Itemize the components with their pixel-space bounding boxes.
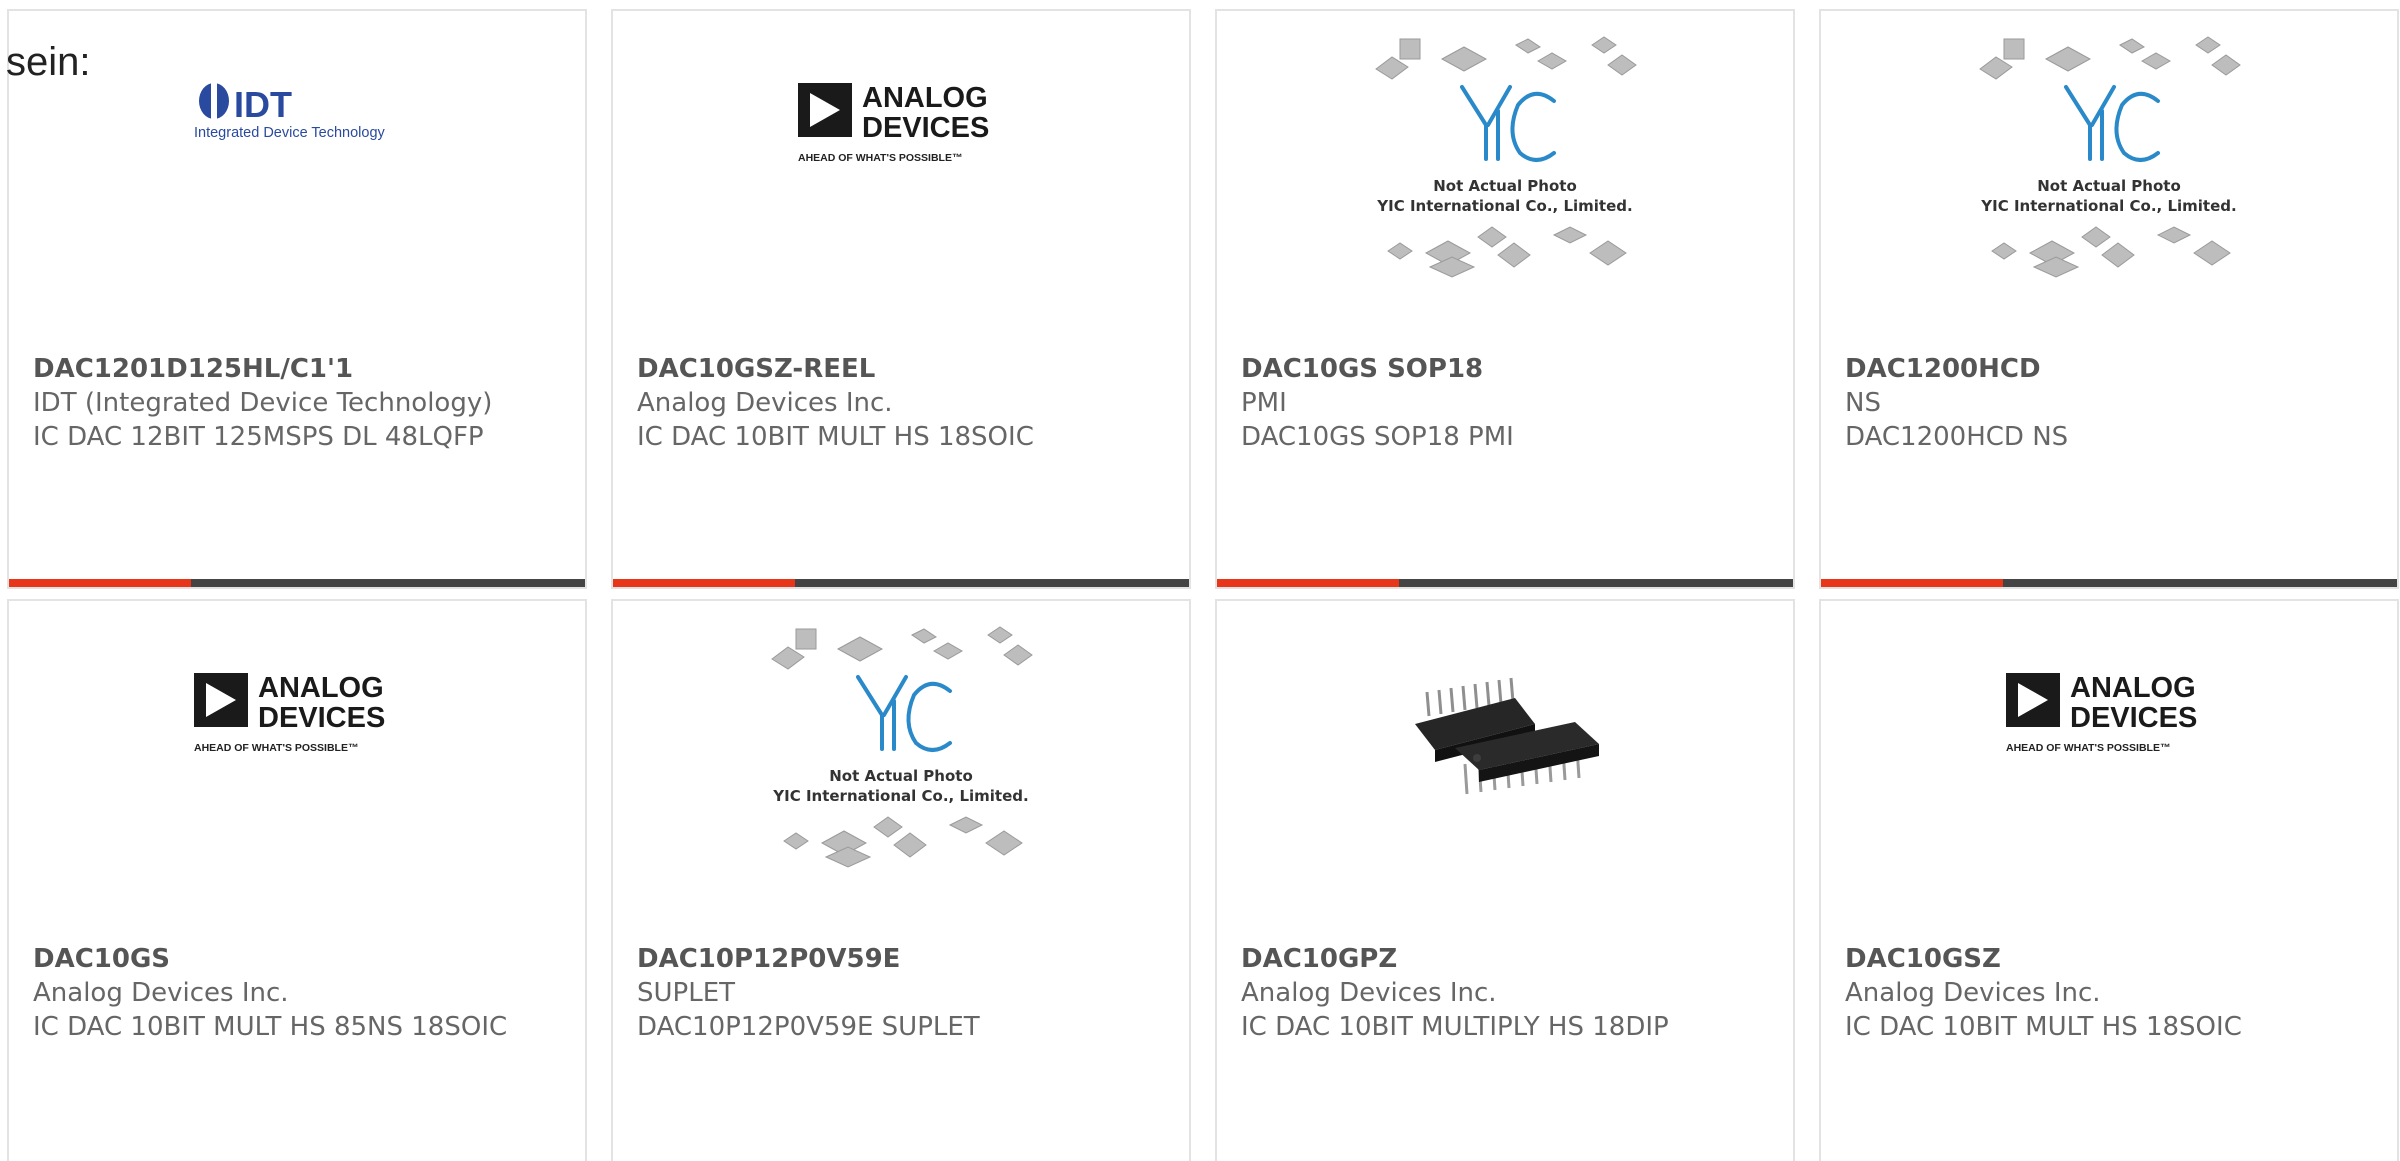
idt-logo: IDT Integrated Device Technology [194,83,386,141]
card-hover-bar [9,579,585,587]
product-card-5[interactable]: ANALOG DEVICES AHEAD OF WHAT'S POSSIBLE™… [7,599,587,1161]
dip-chip-photo [1415,677,1599,794]
product-manufacturer: NS [1845,388,1881,418]
adi-tagline: AHEAD OF WHAT'S POSSIBLE™ [798,152,962,164]
product-info: DAC10GS Analog Devices Inc. IC DAC 10BIT… [33,942,545,1044]
analog-devices-logo: ANALOG DEVICES AHEAD OF WHAT'S POSSIBLE™ [194,672,385,754]
yic-placeholder-image: Not Actual Photo YIC International Co., … [771,626,1033,868]
product-card-7[interactable]: DAC10GPZ Analog Devices Inc. IC DAC 10BI… [1215,599,1795,1161]
yic-line1: Not Actual Photo [829,767,973,785]
product-part-number[interactable]: DAC10GS [33,942,545,976]
card-accent-bar [613,579,795,587]
product-info: DAC10GPZ Analog Devices Inc. IC DAC 10BI… [1241,942,1753,1044]
intro-text: sein: [6,40,91,84]
product-image[interactable]: ANALOG DEVICES AHEAD OF WHAT'S POSSIBLE™ [613,41,1189,361]
analog-devices-logo: ANALOG DEVICES AHEAD OF WHAT'S POSSIBLE™ [2006,672,2197,754]
card-accent-bar [9,579,191,587]
adi-line2: DEVICES [2070,702,2197,734]
card-hover-bar [1821,579,2397,587]
yic-line2: YIC International Co., Limited. [772,787,1028,805]
card-hover-bar [613,579,1189,587]
analog-devices-logo: ANALOG DEVICES AHEAD OF WHAT'S POSSIBLE™ [798,82,989,164]
product-image[interactable]: ANALOG DEVICES AHEAD OF WHAT'S POSSIBLE™ [9,631,585,951]
adi-tagline: AHEAD OF WHAT'S POSSIBLE™ [2006,742,2170,754]
product-description: IC DAC 12BIT 125MSPS DL 48LQFP [33,422,484,452]
product-description: DAC10GS SOP18 PMI [1241,422,1514,452]
card-accent-bar [1821,579,2003,587]
yic-line1: Not Actual Photo [1433,177,1577,195]
adi-line2: DEVICES [862,112,989,144]
yic-placeholder-image: Not Actual Photo YIC International Co., … [1979,36,2241,278]
product-card-1[interactable]: IDT Integrated Device Technology DAC1201… [7,9,587,589]
product-card-4[interactable]: Not Actual Photo YIC International Co., … [1819,9,2399,589]
product-part-number[interactable]: DAC10P12P0V59E [637,942,1149,976]
card-hover-bar [1217,579,1793,587]
product-info: DAC10GSZ Analog Devices Inc. IC DAC 10BI… [1845,942,2357,1044]
adi-line1: ANALOG [2070,672,2196,704]
product-description: IC DAC 10BIT MULT HS 85NS 18SOIC [33,1012,508,1042]
product-manufacturer: SUPLET [637,978,736,1008]
product-description: IC DAC 10BIT MULT HS 18SOIC [1845,1012,2242,1042]
product-manufacturer: Analog Devices Inc. [637,388,893,418]
product-image[interactable]: Not Actual Photo YIC International Co., … [613,626,1189,951]
product-part-number[interactable]: DAC1201D125HL/C1'1 [33,352,545,386]
product-description: DAC10P12P0V59E SUPLET [637,1012,980,1042]
idt-wordmark: IDT [234,84,292,125]
product-info: DAC10GSZ-REEL Analog Devices Inc. IC DAC… [637,352,1149,454]
product-card-2[interactable]: ANALOG DEVICES AHEAD OF WHAT'S POSSIBLE™… [611,9,1191,589]
product-card-6[interactable]: Not Actual Photo YIC International Co., … [611,599,1191,1161]
product-manufacturer: PMI [1241,388,1287,418]
product-image[interactable]: ANALOG DEVICES AHEAD OF WHAT'S POSSIBLE™ [1821,631,2397,951]
product-image[interactable] [1217,631,1793,951]
product-card-3[interactable]: Not Actual Photo YIC International Co., … [1215,9,1795,589]
product-image[interactable]: IDT Integrated Device Technology [9,41,585,361]
product-info: DAC10GS SOP18 PMI DAC10GS SOP18 PMI [1241,352,1753,454]
adi-line1: ANALOG [258,672,384,704]
product-manufacturer: Analog Devices Inc. [1241,978,1497,1008]
product-info: DAC1201D125HL/C1'1 IDT (Integrated Devic… [33,352,545,454]
adi-line1: ANALOG [862,82,988,114]
yic-line2: YIC International Co., Limited. [1980,197,2236,215]
product-image[interactable]: Not Actual Photo YIC International Co., … [1821,36,2397,361]
product-part-number[interactable]: DAC10GPZ [1241,942,1753,976]
product-part-number[interactable]: DAC10GSZ [1845,942,2357,976]
yic-placeholder-image: Not Actual Photo YIC International Co., … [1375,36,1637,278]
yic-line2: YIC International Co., Limited. [1376,197,1632,215]
adi-line2: DEVICES [258,702,385,734]
product-description: IC DAC 10BIT MULT HS 18SOIC [637,422,1034,452]
product-manufacturer: Analog Devices Inc. [1845,978,2101,1008]
product-info: DAC10P12P0V59E SUPLET DAC10P12P0V59E SUP… [637,942,1149,1044]
adi-tagline: AHEAD OF WHAT'S POSSIBLE™ [194,742,358,754]
product-manufacturer: Analog Devices Inc. [33,978,289,1008]
idt-tagline: Integrated Device Technology [194,125,386,141]
product-description: IC DAC 10BIT MULTIPLY HS 18DIP [1241,1012,1669,1042]
product-image[interactable]: Not Actual Photo YIC International Co., … [1217,36,1793,361]
product-part-number[interactable]: DAC10GSZ-REEL [637,352,1149,386]
product-card-8[interactable]: ANALOG DEVICES AHEAD OF WHAT'S POSSIBLE™… [1819,599,2399,1161]
product-manufacturer: IDT (Integrated Device Technology) [33,388,493,418]
product-part-number[interactable]: DAC10GS SOP18 [1241,352,1753,386]
product-grid: IDT Integrated Device Technology DAC1201… [7,9,2399,1161]
product-part-number[interactable]: DAC1200HCD [1845,352,2357,386]
product-description: DAC1200HCD NS [1845,422,2069,452]
card-accent-bar [1217,579,1399,587]
product-info: DAC1200HCD NS DAC1200HCD NS [1845,352,2357,454]
yic-line1: Not Actual Photo [2037,177,2181,195]
